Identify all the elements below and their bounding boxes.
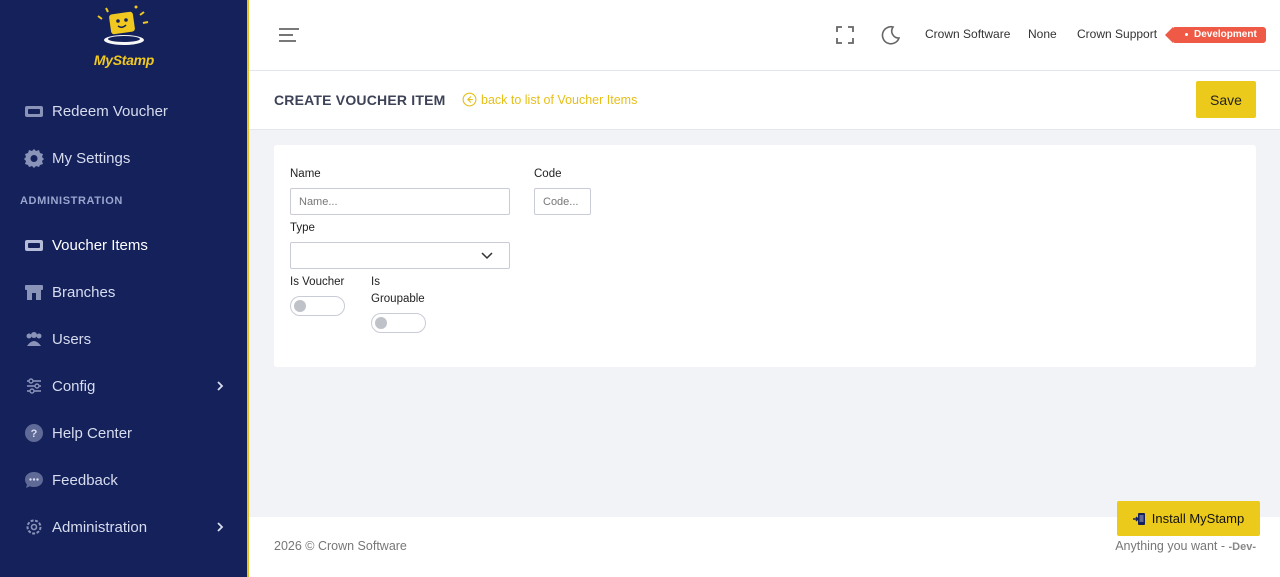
- code-input[interactable]: [534, 188, 591, 215]
- svg-text:?: ?: [31, 428, 38, 440]
- name-label: Name: [290, 168, 321, 180]
- help-icon: ?: [24, 423, 44, 443]
- fullscreen-icon[interactable]: [835, 25, 855, 45]
- cog-outline-icon: [24, 517, 44, 537]
- code-label: Code: [534, 168, 562, 180]
- branch-selector[interactable]: None: [1028, 27, 1057, 41]
- sidebar-item-branches[interactable]: Branches: [0, 274, 247, 310]
- sidebar-item-label: Config: [52, 377, 96, 395]
- sidebar-item-redeem-voucher[interactable]: Redeem Voucher: [0, 93, 247, 129]
- back-link-label: back to list of Voucher Items: [481, 92, 638, 107]
- toggle-knob: [375, 317, 387, 329]
- user-menu[interactable]: Crown Support: [1077, 27, 1157, 41]
- tagline-env: -Dev-: [1228, 541, 1256, 553]
- sidebar-item-users[interactable]: Users: [0, 321, 247, 357]
- sidebar-item-label: My Settings: [52, 149, 131, 167]
- chat-icon: [24, 470, 44, 490]
- sidebar-item-label: Help Center: [52, 424, 133, 442]
- sidebar-item-voucher-items[interactable]: Voucher Items: [0, 227, 247, 263]
- section-label-administration: ADMINISTRATION: [20, 195, 123, 207]
- sidebar-item-label: Users: [52, 330, 92, 348]
- copyright-text: 2026 © Crown Software: [274, 539, 407, 553]
- page-title: CREATE VOUCHER ITEM: [274, 92, 446, 108]
- voucher-item-form: Name Code Type Is Voucher Is Groupable: [274, 145, 1256, 367]
- sidebar-item-label: Administration: [52, 518, 148, 536]
- sidebar-item-feedback[interactable]: Feedback: [0, 462, 247, 498]
- install-app-button[interactable]: Install MyStamp: [1117, 501, 1260, 536]
- page-header: CREATE VOUCHER ITEM back to list of Vouc…: [249, 71, 1280, 130]
- is-voucher-toggle[interactable]: [290, 296, 345, 316]
- sidebar-item-label: Branches: [52, 283, 116, 301]
- install-icon: [1132, 512, 1145, 525]
- sidebar-item-label: Voucher Items: [52, 236, 148, 254]
- company-selector[interactable]: Crown Software: [925, 27, 1010, 41]
- type-select[interactable]: [290, 242, 510, 269]
- install-button-label: Install MyStamp: [1151, 511, 1245, 526]
- is-voucher-label: Is Voucher: [290, 276, 345, 288]
- topbar: Crown Software None Crown Support Develo…: [249, 0, 1280, 71]
- environment-label: Development: [1194, 29, 1257, 40]
- save-button[interactable]: Save: [1196, 81, 1256, 118]
- menu-toggle-icon[interactable]: [278, 26, 300, 44]
- mystamp-logo[interactable]: MyStamp: [88, 2, 160, 68]
- gear-icon: [24, 148, 44, 168]
- sidebar-item-label: Redeem Voucher: [52, 102, 168, 120]
- back-arrow-icon: [462, 92, 477, 107]
- footer-tagline: Anything you want - -Dev-: [1115, 539, 1256, 553]
- sidebar-item-config[interactable]: Config: [0, 368, 247, 404]
- sidebar-item-help-center[interactable]: ? Help Center: [0, 415, 247, 451]
- chevron-down-icon: [481, 252, 493, 260]
- is-groupable-label-line2: Groupable: [371, 293, 425, 305]
- name-input[interactable]: [290, 188, 510, 215]
- type-label: Type: [290, 222, 315, 234]
- ticket-icon: [24, 235, 44, 255]
- chevron-right-icon: [217, 522, 224, 532]
- mascot-icon: [97, 5, 149, 45]
- is-groupable-label-line1: Is: [371, 276, 380, 288]
- tagline-text: Anything you want -: [1115, 539, 1229, 553]
- sliders-icon: [24, 376, 44, 396]
- toggle-knob: [294, 300, 306, 312]
- sidebar-item-administration[interactable]: Administration: [0, 509, 247, 545]
- sidebar-item-label: Feedback: [52, 471, 118, 489]
- sidebar: MyStamp Redeem Voucher My Settings ADMIN…: [0, 0, 249, 577]
- store-icon: [24, 282, 44, 302]
- back-link[interactable]: back to list of Voucher Items: [462, 92, 637, 107]
- chevron-right-icon: [217, 381, 224, 391]
- users-icon: [24, 329, 44, 349]
- environment-badge: Development: [1165, 27, 1266, 43]
- logo-text: MyStamp: [93, 52, 155, 68]
- sidebar-item-my-settings[interactable]: My Settings: [0, 140, 247, 176]
- is-groupable-toggle[interactable]: [371, 313, 426, 333]
- moon-icon[interactable]: [880, 25, 900, 45]
- ticket-icon: [24, 101, 44, 121]
